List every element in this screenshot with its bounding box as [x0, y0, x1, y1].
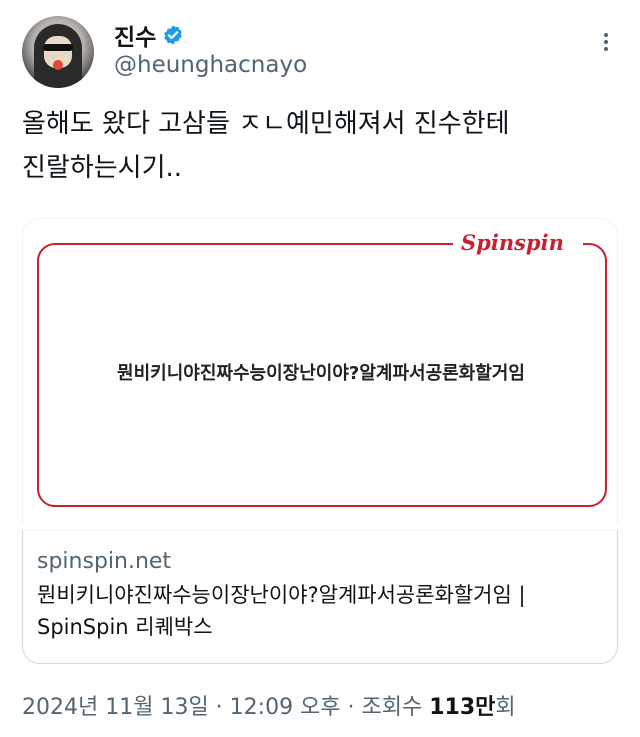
- link-card-info[interactable]: spinspin.net 뭔비키니야진짜수능이장난이야?알계파서공론화할거임 |…: [22, 530, 618, 664]
- view-count: 113만: [429, 695, 496, 720]
- avatar[interactable]: [22, 16, 94, 88]
- avatar-mouth: [53, 60, 63, 70]
- more-dot: [604, 33, 608, 37]
- tweet-text-line: 진랄하는시기..: [22, 153, 183, 183]
- more-dot: [604, 40, 608, 44]
- tweet-timestamp[interactable]: 2024년 11월 13일 · 12:09 오후 · 조회수: [22, 695, 429, 720]
- card-domain: spinspin.net: [37, 549, 172, 574]
- name-row: 진수: [114, 18, 184, 52]
- card-title: 뭔비키니야진짜수능이장난이야?알계파서공론화할거임 | SpinSpin 리퀘박…: [37, 579, 603, 643]
- tweet-text-line: 올해도 왔다 고삼들 ㅈㄴ예민해져서 진수한테: [22, 109, 510, 139]
- card-question-text: 뭔비키니야진짜수능이장난이야?알계파서공론화할거임: [117, 363, 525, 384]
- tweet-text: 올해도 왔다 고삼들 ㅈㄴ예민해져서 진수한테 진랄하는시기..: [22, 102, 618, 190]
- tweet-meta: 2024년 11월 13일 · 12:09 오후 · 조회수 113만회: [22, 689, 516, 721]
- user-handle[interactable]: @heunghacnayo: [114, 52, 307, 78]
- card-title-line: SpinSpin 리퀘박스: [37, 615, 213, 639]
- spinspin-logo: Spinspin: [461, 230, 564, 255]
- display-name[interactable]: 진수: [114, 18, 156, 52]
- card-title-line: 뭔비키니야진짜수능이장난이야?알계파서공론화할거임 |: [37, 583, 526, 607]
- avatar-glasses: [43, 44, 73, 51]
- more-options-icon[interactable]: [594, 30, 618, 54]
- tweet-header: 진수 @heunghacnayo: [22, 12, 618, 92]
- verified-badge-icon[interactable]: [162, 24, 184, 46]
- view-count-suffix: 회: [495, 695, 516, 720]
- more-dot: [604, 47, 608, 51]
- link-card-image[interactable]: Spinspin 뭔비키니야진짜수능이장난이야?알계파서공론화할거임: [22, 218, 618, 524]
